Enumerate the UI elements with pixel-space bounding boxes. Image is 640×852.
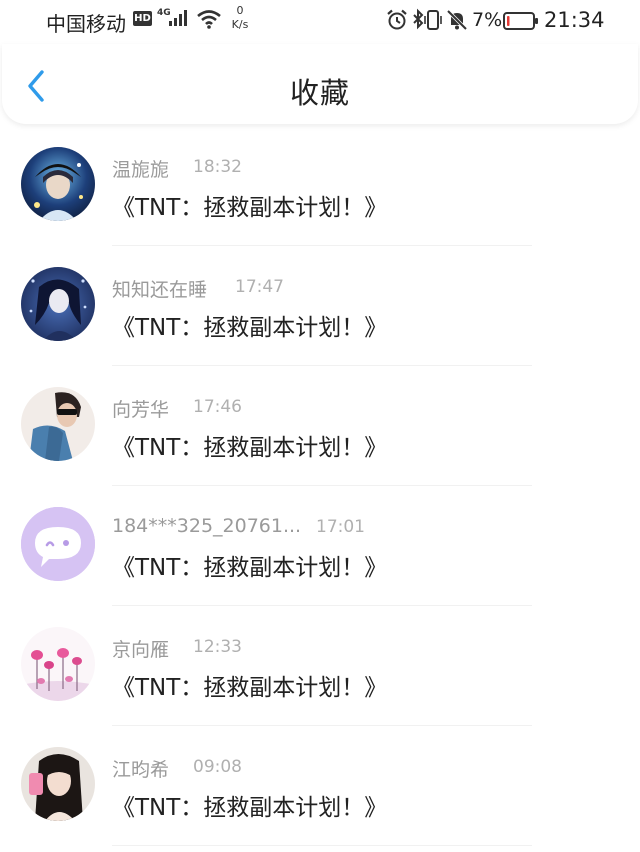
net-speed-value: 0 [236,4,244,17]
item-time: 09:08 [193,757,242,777]
alarm-icon [386,9,408,35]
divider [112,845,532,846]
anime-girl-avatar[interactable] [21,267,95,341]
favorites-list: 温旎旎 18:32 《TNT：拯救副本计划！》 知知还在睡 17:47 《TNT… [0,126,640,852]
list-item[interactable]: 京向雁 12:33 《TNT：拯救副本计划！》 [0,606,640,726]
app-header: 收藏 [2,44,638,124]
item-user-name: 温旎旎 [112,159,170,181]
item-title: 《TNT：拯救副本计划！》 [112,315,388,341]
carrier-label: 中国移动 [46,12,126,36]
flowers-avatar[interactable] [21,627,95,701]
list-item[interactable]: 温旎旎 18:32 《TNT：拯救副本计划！》 [0,126,640,246]
vibrate-icon [424,10,442,34]
photo-girl-avatar[interactable] [21,747,95,821]
item-time: 17:46 [193,397,242,417]
item-time: 17:01 [316,517,365,537]
battery-percent: 7% [472,9,503,31]
list-item[interactable]: 184***325_20761... 17:01 《TNT：拯救副本计划！》 [0,486,640,606]
item-user-name: 向芳华 [112,399,170,421]
item-title: 《TNT：拯救副本计划！》 [112,795,388,821]
mute-bell-icon [446,9,468,35]
item-user-name: 知知还在睡 [112,279,208,301]
net-speed-unit: K/s [231,18,249,31]
item-time: 17:47 [235,277,284,297]
item-time: 18:32 [193,157,242,177]
bluetooth-icon [412,8,424,36]
item-title: 《TNT：拯救副本计划！》 [112,675,388,701]
item-title: 《TNT：拯救副本计划！》 [112,435,388,461]
list-item[interactable]: 知知还在睡 17:47 《TNT：拯救副本计划！》 [0,246,640,366]
item-user-name: 184***325_20761... [112,515,302,537]
favorites-screen: 中国移动 HD 4G 0 K/s 7% 21:34 收藏 温旎旎 18:32 《… [0,0,640,852]
item-title: 《TNT：拯救副本计划！》 [112,555,388,581]
list-item[interactable]: 向芳华 17:46 《TNT：拯救副本计划！》 [0,366,640,486]
page-title: 收藏 [289,76,350,110]
signal-icon [168,9,190,31]
list-item[interactable]: 江昀希 09:08 《TNT：拯救副本计划！》 [0,726,640,846]
chat-bubble-icon [21,507,95,581]
photo-boy-avatar[interactable] [21,387,95,461]
item-time: 12:33 [193,637,242,657]
clock: 21:34 [544,8,605,32]
item-user-name: 江昀希 [112,759,170,781]
battery-icon [503,11,539,35]
net-speed: 0 K/s [228,4,252,32]
item-user-name: 京向雁 [112,639,170,661]
default-chat-avatar[interactable] [21,507,95,581]
item-title: 《TNT：拯救副本计划！》 [112,195,388,221]
status-bar: 中国移动 HD 4G 0 K/s 7% 21:34 [0,0,640,44]
anime-boy-avatar[interactable] [21,147,95,221]
wifi-icon [196,9,222,33]
hd-badge: HD [133,11,152,26]
